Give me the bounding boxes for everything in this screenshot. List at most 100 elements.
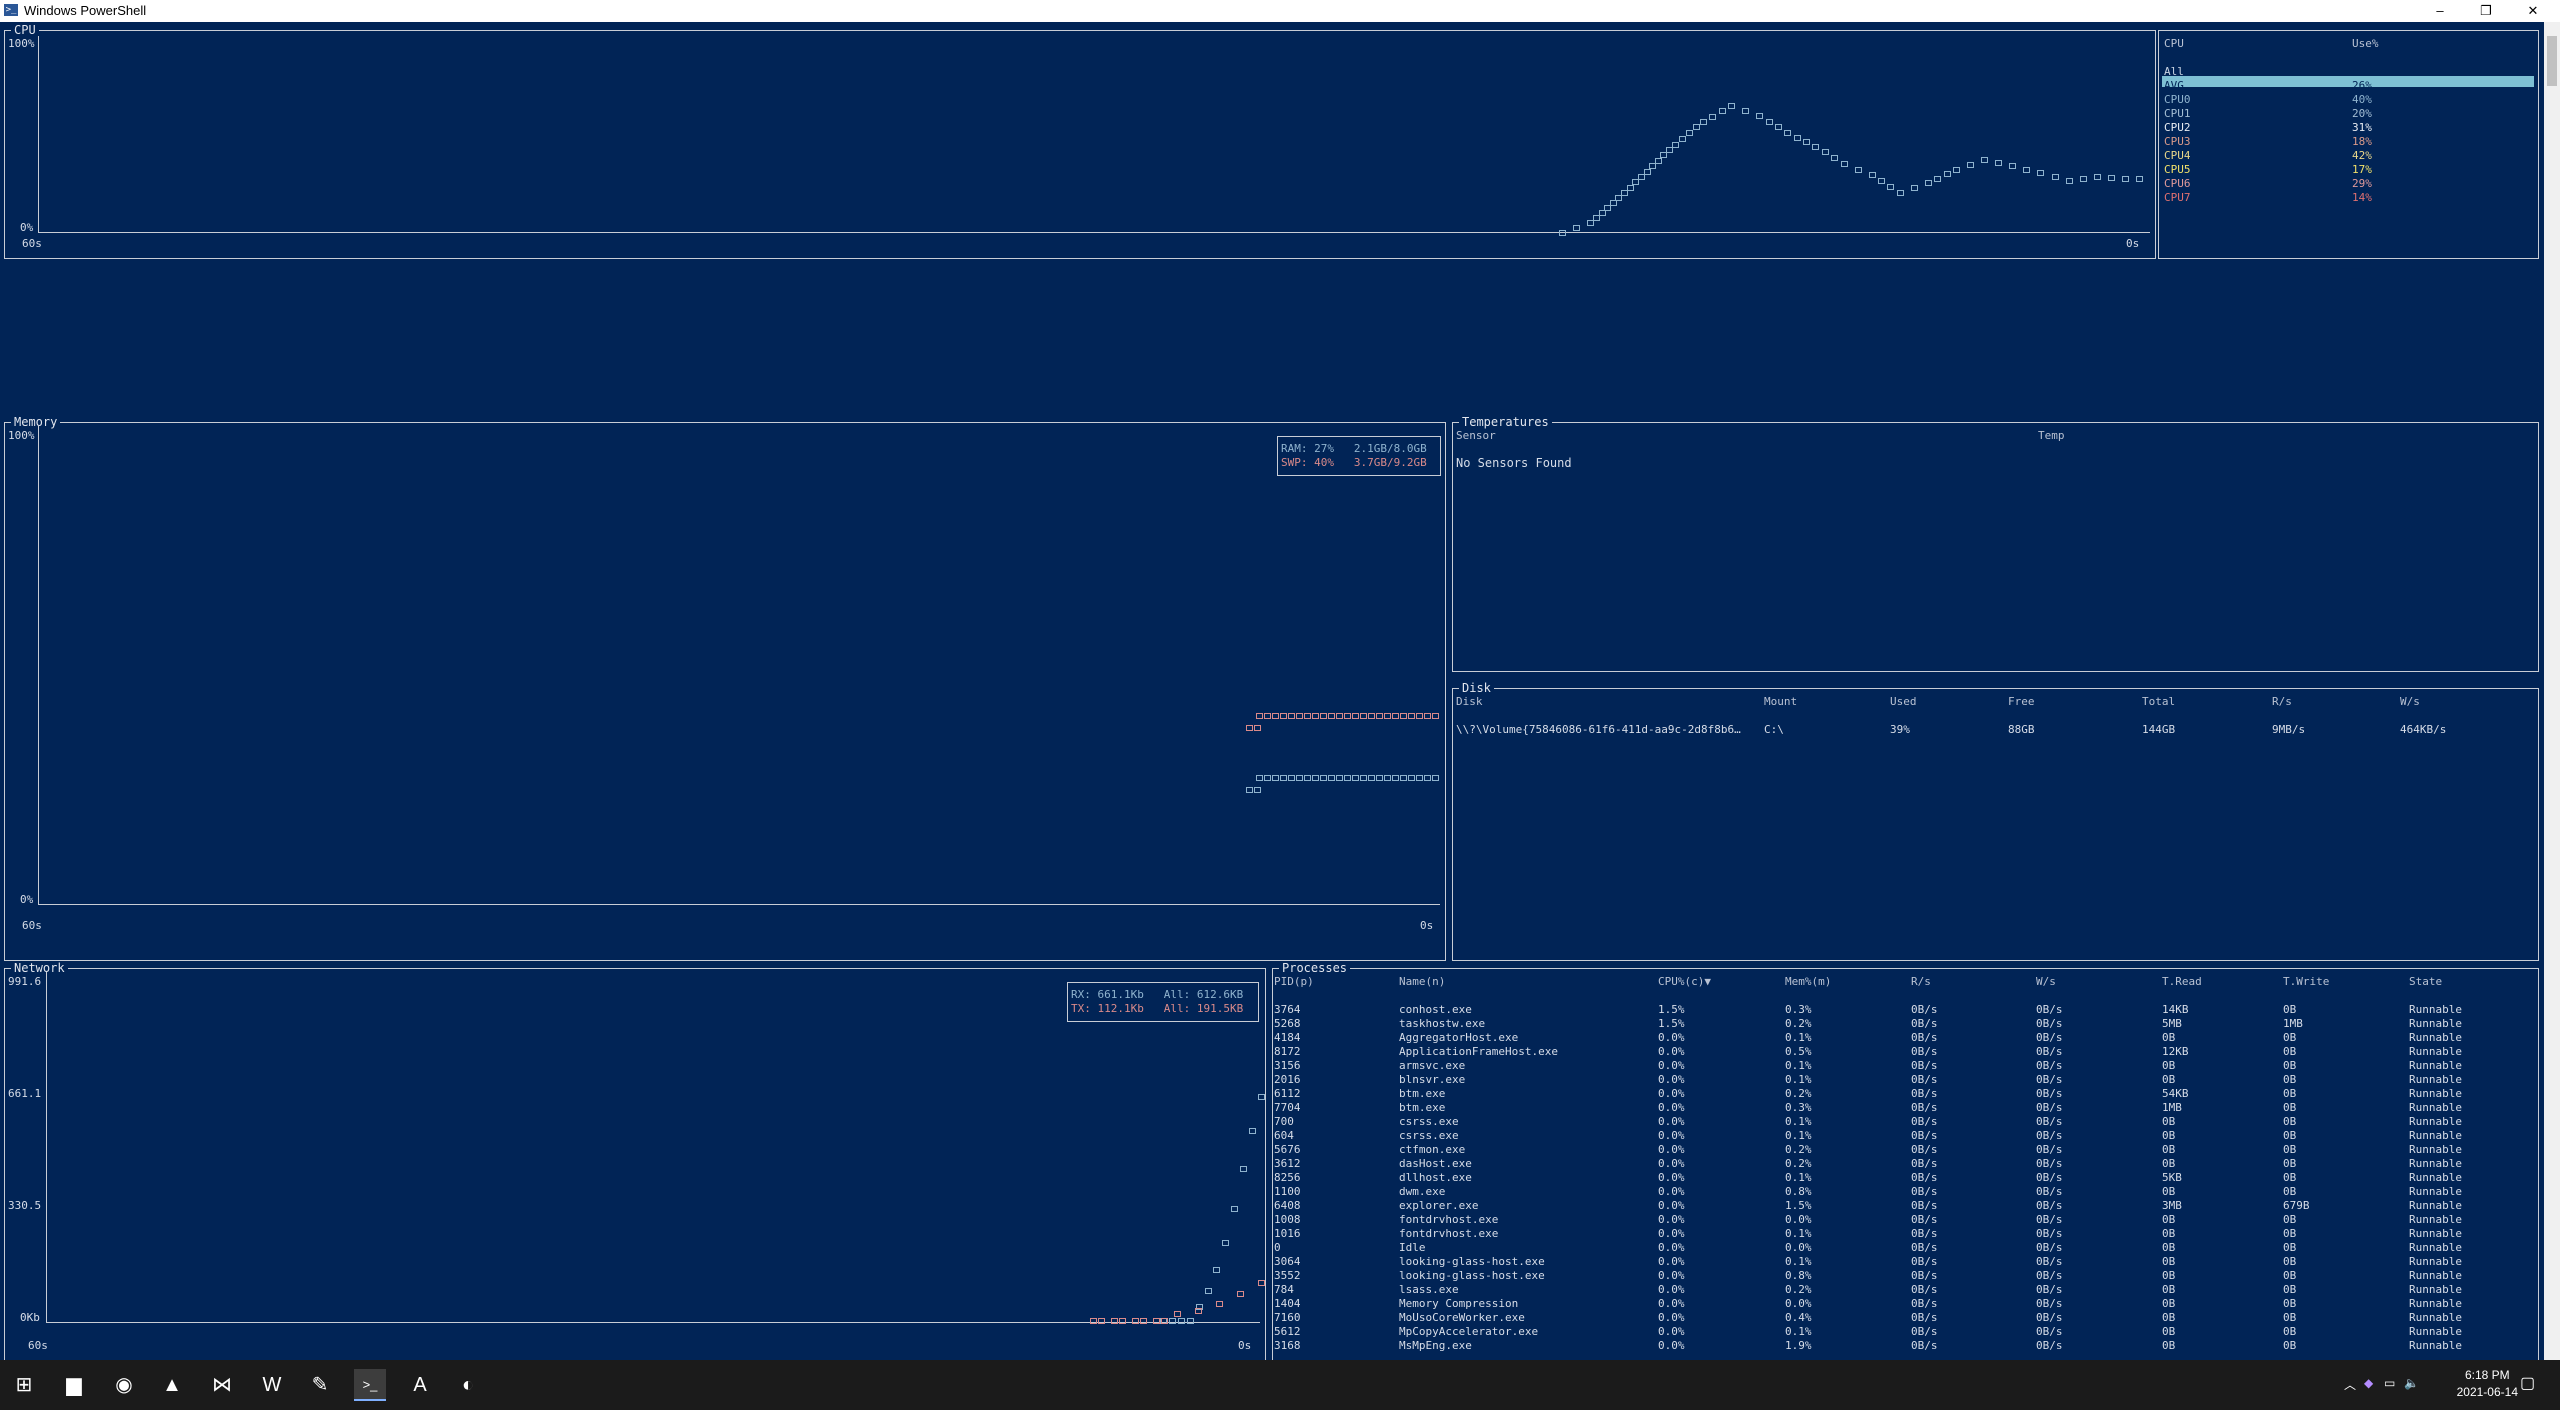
cpu-x-start: 60s — [22, 237, 42, 250]
temperatures-panel-title: Temperatures — [1459, 415, 1552, 429]
terminal-area[interactable]: CPU 100% 0% 60s 0s CPU Use% Memory 100% … — [0, 22, 2560, 1360]
process-cell: 0B — [2162, 1031, 2176, 1044]
process-cell: 0B — [2162, 1255, 2176, 1268]
cpu-avg-highlight — [2162, 76, 2534, 87]
process-cell: 0B — [2283, 1283, 2297, 1296]
disk-col-header: Used — [1890, 695, 1917, 708]
process-cell: Runnable — [2409, 1255, 2462, 1268]
network-tx-mark — [1111, 1318, 1118, 1324]
disk-cell: \\?\Volume{75846086-61f6-411d-aa9c-2d8f8… — [1456, 723, 1741, 736]
notifications-icon[interactable]: ▢ — [2520, 1373, 2535, 1393]
network-tx-mark — [1174, 1311, 1181, 1318]
process-cell: 1MB — [2162, 1101, 2182, 1114]
cpu-row-name: CPU5 — [2164, 163, 2191, 176]
memory-swp-mark — [1424, 713, 1431, 720]
memory-ram-mark — [1352, 774, 1359, 781]
file-explorer-icon[interactable]: ▆ — [58, 1369, 90, 1401]
process-cell: Runnable — [2409, 1101, 2462, 1114]
process-cell: 1404 — [1274, 1297, 1301, 1310]
network-rx-mark — [1258, 1094, 1265, 1101]
process-cell: 0.0% — [1785, 1297, 1812, 1310]
process-cell: 0.2% — [1785, 1157, 1812, 1170]
cpu-line-mark — [1887, 183, 1895, 190]
memory-swp-mark — [1254, 725, 1261, 732]
scrollbar-thumb[interactable] — [2547, 36, 2557, 86]
cpu-line-mark — [1637, 173, 1645, 180]
vscode-icon[interactable]: ⋈ — [206, 1369, 238, 1401]
process-cell: 0.0% — [1785, 1213, 1812, 1226]
process-cell: 5268 — [1274, 1017, 1301, 1030]
memory-ram-mark — [1312, 774, 1319, 781]
notepadpp-icon[interactable]: ✎ — [304, 1369, 336, 1401]
process-cell: 0B — [2283, 1157, 2297, 1170]
volume-tray-icon[interactable]: 🔈 — [2404, 1376, 2419, 1390]
process-cell: 0.1% — [1785, 1059, 1812, 1072]
process-cell: 0.0% — [1658, 1227, 1685, 1240]
process-cell: 0B/s — [1911, 1031, 1938, 1044]
process-cell: 0B/s — [2036, 1199, 2063, 1212]
disk-cell: 464KB/s — [2400, 723, 2447, 736]
memory-ram-mark — [1254, 786, 1261, 793]
process-cell: 0B — [2283, 1269, 2297, 1282]
process-cell: 2016 — [1274, 1073, 1301, 1086]
network-rx-mark — [1222, 1240, 1230, 1247]
process-cell: 0B — [2283, 1003, 2297, 1016]
process-cell: 0B/s — [1911, 1297, 1938, 1310]
minimize-button[interactable]: – — [2417, 0, 2463, 22]
memory-x-axis — [38, 904, 1440, 905]
process-cell: 784 — [1274, 1283, 1294, 1296]
taskbar: ⊞ ▆ ◉ ▲ ⋈ W ✎ >_ A ◐ ︿ ◆ ▭ 🔈 6:18 PM 2021-06-14 ▢ — [0, 1360, 2560, 1410]
memory-swp-mark — [1416, 713, 1423, 720]
process-cell: 5676 — [1274, 1143, 1301, 1156]
word-icon[interactable]: W — [256, 1369, 288, 1401]
terminal-scrollbar[interactable] — [2544, 22, 2560, 1360]
process-cell: 3064 — [1274, 1255, 1301, 1268]
process-name: AggregatorHost.exe — [1399, 1031, 1519, 1044]
process-cell: 0.2% — [1785, 1283, 1812, 1296]
memory-ram-mark — [1416, 774, 1423, 781]
process-name: Idle — [1399, 1241, 1426, 1254]
memory-legend-swp: SWP: 40% 3.7GB/9.2GB — [1281, 456, 1427, 469]
process-cell: 0B — [2283, 1213, 2297, 1226]
taskbar-clock[interactable]: 6:18 PM 2021-06-14 — [2457, 1367, 2518, 1401]
cpu-line-mark — [1728, 103, 1735, 110]
disk-col-header: Mount — [1764, 695, 1798, 708]
process-col-header: PID(p) — [1274, 975, 1314, 988]
process-cell: Runnable — [2409, 1115, 2462, 1128]
process-cell: 0.0% — [1658, 1045, 1685, 1058]
alacritty-icon[interactable]: A — [404, 1369, 436, 1401]
process-cell: 0B — [2162, 1059, 2176, 1072]
network-rx-mark — [1231, 1206, 1239, 1213]
process-cell: 0B/s — [2036, 1325, 2063, 1338]
cpu-line-mark — [2023, 166, 2031, 173]
memory-ram-mark — [1424, 774, 1431, 781]
process-cell: 0B/s — [2036, 1311, 2063, 1324]
memory-ram-mark — [1336, 774, 1343, 781]
process-cell: 5612 — [1274, 1325, 1301, 1338]
cpu-line-mark — [1924, 180, 1932, 187]
cpu-line-mark — [1934, 175, 1942, 182]
process-cell: 0B — [2162, 1241, 2176, 1254]
process-cell: 0B/s — [1911, 1073, 1938, 1086]
cpu-line-mark — [2065, 178, 2073, 185]
network-tray-icon[interactable]: ▭ — [2384, 1376, 2395, 1390]
memory-ram-mark — [1400, 774, 1407, 781]
start-icon[interactable]: ⊞ — [8, 1369, 40, 1401]
maximize-button[interactable]: ❐ — [2463, 0, 2509, 22]
cpu-line-mark — [1654, 157, 1662, 164]
memory-swp-mark — [1408, 713, 1415, 720]
process-cell: Runnable — [2409, 1073, 2462, 1086]
memory-ram-mark — [1288, 774, 1295, 781]
firefox-icon[interactable]: ◉ — [108, 1369, 140, 1401]
powershell-icon[interactable]: >_ — [354, 1369, 386, 1401]
cpu-row-name: CPU4 — [2164, 149, 2191, 162]
tray-app-icon[interactable]: ◆ — [2364, 1376, 2373, 1390]
photos-icon[interactable]: ▲ — [156, 1369, 188, 1401]
edge-icon[interactable]: ◐ — [452, 1369, 484, 1401]
process-cell: 0B/s — [2036, 1115, 2063, 1128]
tray-chevron-icon[interactable]: ︿ — [2344, 1376, 2356, 1393]
close-button[interactable]: ✕ — [2510, 0, 2556, 22]
disk-col-header: Free — [2008, 695, 2035, 708]
process-cell: 0B/s — [1911, 1045, 1938, 1058]
cpu-line-mark — [1742, 108, 1750, 115]
